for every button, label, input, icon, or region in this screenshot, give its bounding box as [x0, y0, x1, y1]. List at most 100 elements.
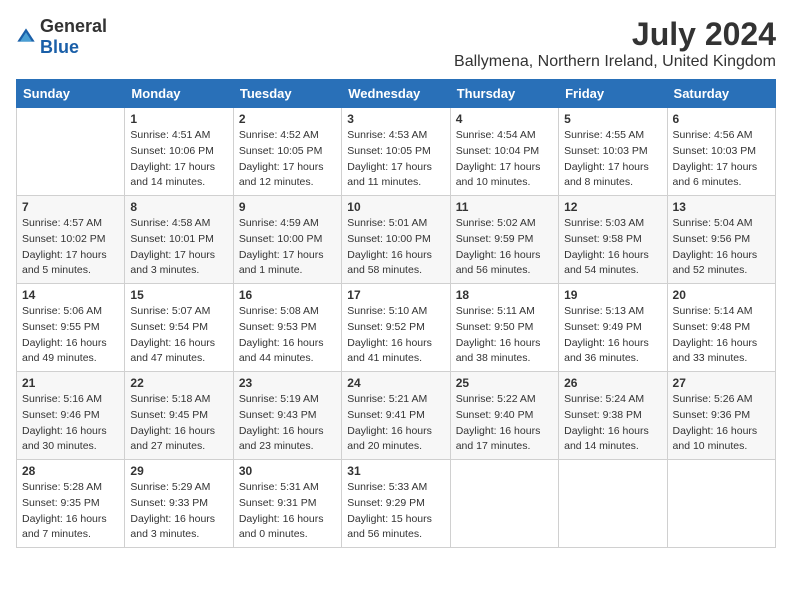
daylight-text: Daylight: 16 hours and 23 minutes. — [239, 424, 336, 456]
sunset-text: Sunset: 10:04 PM — [456, 144, 553, 160]
calendar-cell: 28Sunrise: 5:28 AMSunset: 9:35 PMDayligh… — [17, 460, 125, 548]
sunrise-text: Sunrise: 4:54 AM — [456, 128, 553, 144]
sunset-text: Sunset: 9:52 PM — [347, 320, 444, 336]
day-number: 19 — [564, 288, 661, 302]
sunset-text: Sunset: 9:53 PM — [239, 320, 336, 336]
calendar-cell: 22Sunrise: 5:18 AMSunset: 9:45 PMDayligh… — [125, 372, 233, 460]
daylight-text: Daylight: 16 hours and 33 minutes. — [673, 336, 770, 368]
sunrise-text: Sunrise: 5:04 AM — [673, 216, 770, 232]
day-number: 27 — [673, 376, 770, 390]
daylight-text: Daylight: 16 hours and 36 minutes. — [564, 336, 661, 368]
day-number: 20 — [673, 288, 770, 302]
logo-icon — [16, 27, 36, 47]
day-number: 7 — [22, 200, 119, 214]
day-info: Sunrise: 5:31 AMSunset: 9:31 PMDaylight:… — [239, 480, 336, 543]
calendar-cell: 9Sunrise: 4:59 AMSunset: 10:00 PMDayligh… — [233, 196, 341, 284]
col-header-saturday: Saturday — [667, 80, 775, 108]
sunrise-text: Sunrise: 4:52 AM — [239, 128, 336, 144]
sunset-text: Sunset: 9:45 PM — [130, 408, 227, 424]
day-info: Sunrise: 4:54 AMSunset: 10:04 PMDaylight… — [456, 128, 553, 191]
sunrise-text: Sunrise: 5:01 AM — [347, 216, 444, 232]
sunset-text: Sunset: 9:50 PM — [456, 320, 553, 336]
sunset-text: Sunset: 10:01 PM — [130, 232, 227, 248]
day-info: Sunrise: 5:03 AMSunset: 9:58 PMDaylight:… — [564, 216, 661, 279]
sunset-text: Sunset: 10:06 PM — [130, 144, 227, 160]
sunset-text: Sunset: 9:54 PM — [130, 320, 227, 336]
sunrise-text: Sunrise: 5:16 AM — [22, 392, 119, 408]
calendar-cell: 10Sunrise: 5:01 AMSunset: 10:00 PMDaylig… — [342, 196, 450, 284]
day-info: Sunrise: 5:33 AMSunset: 9:29 PMDaylight:… — [347, 480, 444, 543]
daylight-text: Daylight: 16 hours and 52 minutes. — [673, 248, 770, 280]
calendar-cell: 27Sunrise: 5:26 AMSunset: 9:36 PMDayligh… — [667, 372, 775, 460]
daylight-text: Daylight: 16 hours and 27 minutes. — [130, 424, 227, 456]
day-info: Sunrise: 5:13 AMSunset: 9:49 PMDaylight:… — [564, 304, 661, 367]
day-info: Sunrise: 5:28 AMSunset: 9:35 PMDaylight:… — [22, 480, 119, 543]
col-header-sunday: Sunday — [17, 80, 125, 108]
day-info: Sunrise: 4:59 AMSunset: 10:00 PMDaylight… — [239, 216, 336, 279]
sunset-text: Sunset: 9:59 PM — [456, 232, 553, 248]
col-header-monday: Monday — [125, 80, 233, 108]
daylight-text: Daylight: 16 hours and 0 minutes. — [239, 512, 336, 544]
day-info: Sunrise: 5:11 AMSunset: 9:50 PMDaylight:… — [456, 304, 553, 367]
calendar-cell: 17 Sunrise: 5:10 AMSunset: 9:52 PMDayligh… — [342, 284, 450, 372]
calendar-cell: 20Sunrise: 5:14 AMSunset: 9:48 PMDayligh… — [667, 284, 775, 372]
sunrise-text: Sunrise: 4:55 AM — [564, 128, 661, 144]
calendar-cell: 25Sunrise: 5:22 AMSunset: 9:40 PMDayligh… — [450, 372, 558, 460]
daylight-text: Daylight: 17 hours and 11 minutes. — [347, 160, 444, 192]
sunset-text: Sunset: 10:03 PM — [673, 144, 770, 160]
day-number: 13 — [673, 200, 770, 214]
calendar-cell: 4Sunrise: 4:54 AMSunset: 10:04 PMDayligh… — [450, 108, 558, 196]
calendar-cell: 14Sunrise: 5:06 AMSunset: 9:55 PMDayligh… — [17, 284, 125, 372]
sunrise-text: Sunrise: 5:03 AM — [564, 216, 661, 232]
day-number: 17 — [347, 288, 444, 302]
sunrise-text: Sunrise: 5:06 AM — [22, 304, 119, 320]
day-info: Sunrise: 5:02 AMSunset: 9:59 PMDaylight:… — [456, 216, 553, 279]
sunrise-text: Sunrise: 4:53 AM — [347, 128, 444, 144]
sunset-text: Sunset: 9:58 PM — [564, 232, 661, 248]
sunset-text: Sunset: 9:29 PM — [347, 496, 444, 512]
sunset-text: Sunset: 9:55 PM — [22, 320, 119, 336]
daylight-text: Daylight: 16 hours and 20 minutes. — [347, 424, 444, 456]
calendar-cell: 5Sunrise: 4:55 AMSunset: 10:03 PMDayligh… — [559, 108, 667, 196]
daylight-text: Daylight: 16 hours and 14 minutes. — [564, 424, 661, 456]
sunset-text: Sunset: 9:40 PM — [456, 408, 553, 424]
day-number: 23 — [239, 376, 336, 390]
calendar-cell: 18 Sunrise: 5:11 AMSunset: 9:50 PMDayligh… — [450, 284, 558, 372]
sunrise-text: Sunrise: 5:19 AM — [239, 392, 336, 408]
logo: General Blue — [16, 16, 107, 58]
sunrise-text: Sunrise: 4:57 AM — [22, 216, 119, 232]
calendar-cell — [450, 460, 558, 548]
sunset-text: Sunset: 9:35 PM — [22, 496, 119, 512]
day-info: Sunrise: 5:29 AMSunset: 9:33 PMDaylight:… — [130, 480, 227, 543]
calendar-cell — [559, 460, 667, 548]
day-number: 1 — [130, 112, 227, 126]
sunset-text: Sunset: 10:00 PM — [239, 232, 336, 248]
sunset-text: Sunset: 10:03 PM — [564, 144, 661, 160]
sunset-text: Sunset: 9:33 PM — [130, 496, 227, 512]
day-number: 5 — [564, 112, 661, 126]
day-info: Sunrise: 5:10 AMSunset: 9:52 PMDaylight:… — [347, 304, 444, 367]
day-number: 16 — [239, 288, 336, 302]
sunrise-text: Sunrise: 5:11 AM — [456, 304, 553, 320]
daylight-text: Daylight: 15 hours and 56 minutes. — [347, 512, 444, 544]
daylight-text: Daylight: 16 hours and 3 minutes. — [130, 512, 227, 544]
sunset-text: Sunset: 10:05 PM — [239, 144, 336, 160]
daylight-text: Daylight: 16 hours and 47 minutes. — [130, 336, 227, 368]
calendar-cell — [17, 108, 125, 196]
day-info: Sunrise: 4:52 AMSunset: 10:05 PMDaylight… — [239, 128, 336, 191]
logo-blue: Blue — [40, 37, 79, 57]
sunrise-text: Sunrise: 4:51 AM — [130, 128, 227, 144]
sunset-text: Sunset: 9:56 PM — [673, 232, 770, 248]
calendar-cell: 24Sunrise: 5:21 AMSunset: 9:41 PMDayligh… — [342, 372, 450, 460]
sunrise-text: Sunrise: 5:14 AM — [673, 304, 770, 320]
sunset-text: Sunset: 9:38 PM — [564, 408, 661, 424]
calendar: SundayMondayTuesdayWednesdayThursdayFrid… — [16, 79, 776, 548]
day-number: 18 — [456, 288, 553, 302]
sunrise-text: Sunrise: 5:08 AM — [239, 304, 336, 320]
daylight-text: Daylight: 17 hours and 5 minutes. — [22, 248, 119, 280]
sunrise-text: Sunrise: 4:59 AM — [239, 216, 336, 232]
col-header-friday: Friday — [559, 80, 667, 108]
daylight-text: Daylight: 16 hours and 41 minutes. — [347, 336, 444, 368]
day-number: 12 — [564, 200, 661, 214]
day-info: Sunrise: 5:24 AMSunset: 9:38 PMDaylight:… — [564, 392, 661, 455]
